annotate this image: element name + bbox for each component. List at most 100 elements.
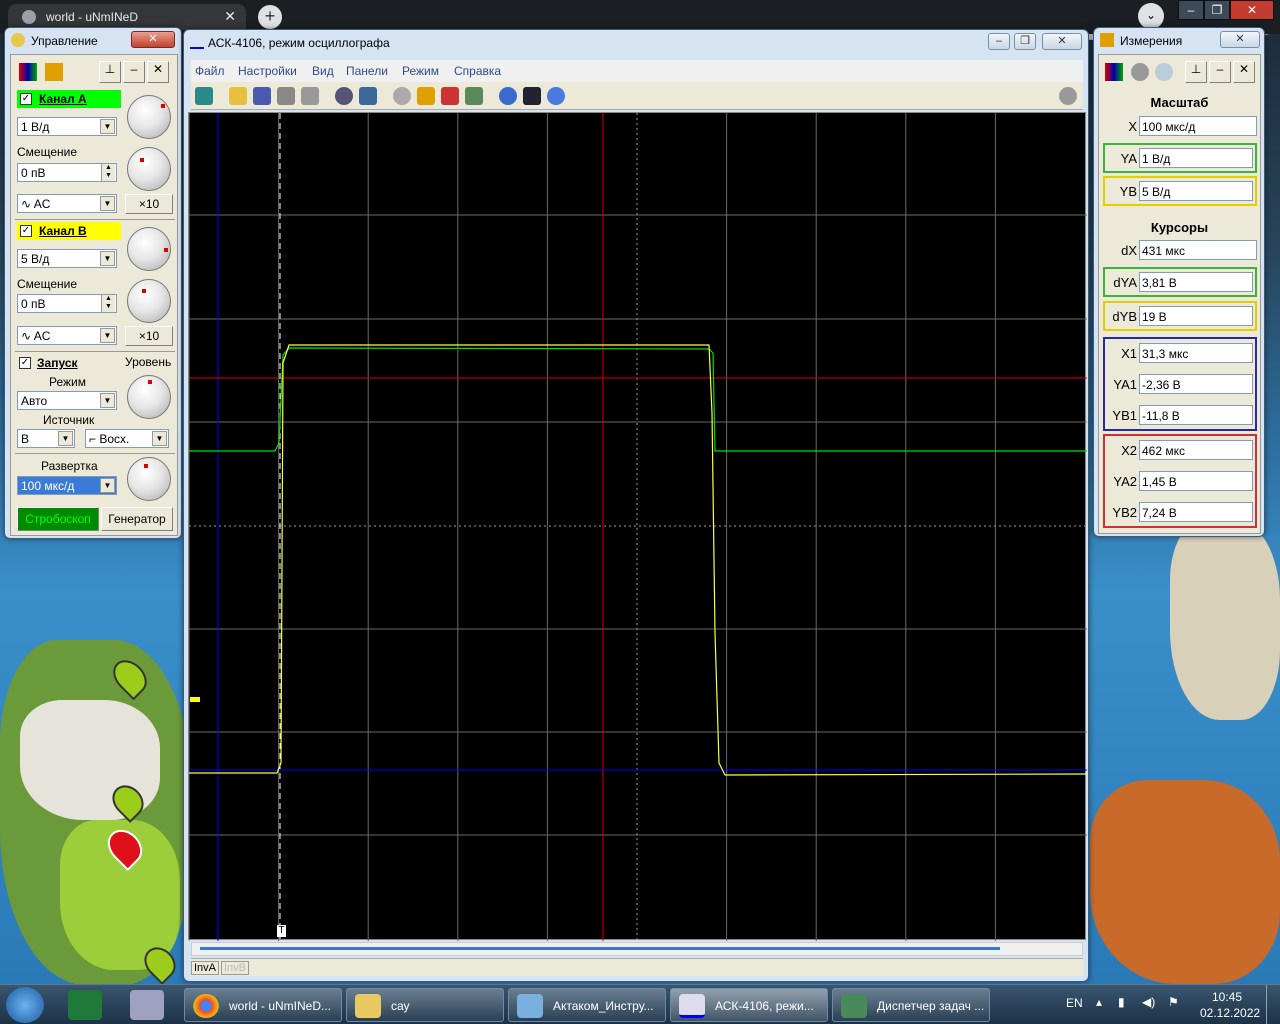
taskbar-item-oscilloscope[interactable]: АСК-4106, режи...	[670, 988, 828, 1022]
language-indicator[interactable]: EN	[1066, 996, 1083, 1010]
channel-icon[interactable]	[45, 63, 63, 81]
offset-spinner[interactable]: ▲ ▼	[101, 295, 115, 312]
close-button[interactable]: ✕	[1042, 33, 1082, 50]
channel-a-x10-button[interactable]: ×10	[125, 194, 173, 214]
channel-icon[interactable]	[417, 87, 435, 105]
settings-gear-icon[interactable]	[393, 87, 411, 105]
menu-mode[interactable]: Режим	[402, 64, 439, 78]
channel-b-checkbox[interactable]: ✓	[20, 225, 32, 237]
new-tab-button[interactable]: +	[258, 5, 282, 29]
action-center-icon[interactable]: ⚑	[1168, 995, 1179, 1009]
trigger-checkbox[interactable]: ✓	[19, 357, 31, 369]
network-icon[interactable]: ▮	[1118, 995, 1125, 1009]
chevron-down-icon[interactable]: ▼	[100, 196, 115, 211]
close-button[interactable]: ✕	[1230, 0, 1274, 20]
volume-icon[interactable]: ◀)	[1142, 995, 1155, 1009]
trigger-level-knob[interactable]	[127, 375, 171, 419]
snipping-tool-icon[interactable]	[130, 990, 164, 1020]
info-icon[interactable]	[547, 87, 565, 105]
close-button[interactable]: ✕	[1233, 61, 1255, 83]
trigger-mode-select[interactable]: Авто ▼	[17, 391, 117, 410]
trigger-source-select[interactable]: B ▼	[17, 429, 75, 448]
channel-b-coupling-select[interactable]: ∿ AC ▼	[17, 326, 117, 345]
record-icon[interactable]	[335, 87, 353, 105]
scope-icon[interactable]	[19, 63, 37, 81]
chevron-down-icon[interactable]: ▼	[152, 431, 167, 446]
trigger-edge-select[interactable]: ⌐ Восх. ▼	[85, 429, 169, 448]
screenshot-icon[interactable]	[359, 87, 377, 105]
dock-button[interactable]: ⊥	[99, 61, 121, 83]
clock-time[interactable]: 10:45	[1212, 990, 1242, 1004]
chevron-down-icon[interactable]: ▼	[100, 393, 115, 408]
start-button[interactable]	[6, 987, 44, 1023]
stop-icon[interactable]	[1059, 87, 1077, 105]
channel-b-header[interactable]: ✓ Канал В	[17, 222, 121, 240]
close-button[interactable]: ✕	[147, 61, 169, 83]
excel-icon[interactable]	[68, 990, 102, 1020]
menu-settings[interactable]: Настройки	[238, 64, 297, 78]
oscilloscope-titlebar[interactable]: АСК-4106, режим осциллографа	[184, 30, 1088, 54]
channel-a-scale-knob[interactable]	[127, 95, 171, 139]
channel-b-x10-button[interactable]: ×10	[125, 326, 173, 346]
open-folder-icon[interactable]	[229, 87, 247, 105]
cursor-icon[interactable]	[441, 87, 459, 105]
generator-button[interactable]: Генератор	[101, 507, 173, 531]
clock-date[interactable]: 02.12.2022	[1200, 1006, 1260, 1020]
scope-icon[interactable]	[1105, 63, 1123, 81]
save-icon[interactable]	[253, 87, 271, 105]
chevron-down-icon[interactable]: ▼	[58, 431, 73, 446]
minimize-button[interactable]: –	[1178, 0, 1204, 20]
chevron-down-icon[interactable]: ▼	[100, 119, 115, 134]
channel-a-header[interactable]: ✓ Канал А	[17, 90, 121, 108]
taskbar-item-task-manager[interactable]: Диспетчер задач ...	[832, 988, 990, 1022]
menu-file[interactable]: Файл	[195, 64, 225, 78]
channel-a-offset-knob[interactable]	[127, 147, 171, 191]
measure-icon[interactable]	[465, 87, 483, 105]
inv-b-indicator[interactable]: InvB	[221, 961, 250, 975]
menu-panels[interactable]: Панели	[346, 64, 388, 78]
context-help-icon[interactable]	[523, 87, 541, 105]
strobe-button[interactable]: Стробоскоп	[17, 507, 99, 531]
sweep-select[interactable]: 100 мкс/д ▼	[17, 476, 117, 495]
channel-a-offset-input[interactable]: 0 пВ ▲ ▼	[17, 163, 117, 182]
minimize-button[interactable]: –	[988, 33, 1010, 50]
sweep-knob[interactable]	[127, 457, 171, 501]
chevron-down-icon[interactable]: ▼	[100, 251, 115, 266]
close-tab-icon[interactable]: ✕	[224, 8, 236, 25]
channel-b-level-marker[interactable]	[190, 697, 200, 702]
menu-help[interactable]: Справка	[454, 64, 501, 78]
taskbar-item-chrome[interactable]: world - uNmINeD...	[184, 988, 342, 1022]
horizontal-scrollbar[interactable]	[191, 942, 1083, 956]
channel-a-checkbox[interactable]: ✓	[20, 93, 32, 105]
maximize-button[interactable]: ❐	[1014, 33, 1036, 50]
channel-b-scale-select[interactable]: 5 В/д ▼	[17, 249, 117, 268]
channel-a-coupling-select[interactable]: ∿ AC ▼	[17, 194, 117, 213]
inv-a-indicator[interactable]: InvA	[191, 961, 220, 975]
tab-search-icon[interactable]: ⌄	[1138, 3, 1164, 29]
exit-icon[interactable]	[195, 87, 213, 105]
taskbar-item-aktakom[interactable]: Актаком_Инстру...	[508, 988, 666, 1022]
close-button[interactable]: ✕	[1220, 31, 1260, 48]
channel-b-offset-knob[interactable]	[127, 279, 171, 323]
maximize-button[interactable]: ❐	[1204, 0, 1230, 20]
show-hidden-icons-icon[interactable]: ▴	[1096, 995, 1102, 1009]
show-desktop-button[interactable]	[1266, 985, 1280, 1024]
clock-icon[interactable]	[1155, 63, 1173, 81]
trigger-marker[interactable]: T	[277, 925, 286, 937]
gear-icon[interactable]	[1131, 63, 1149, 81]
minimize-button[interactable]: –	[1209, 61, 1231, 83]
menu-view[interactable]: Вид	[312, 64, 334, 78]
close-button[interactable]: ✕	[131, 31, 175, 48]
export-icon[interactable]	[277, 87, 295, 105]
taskbar-item-folder[interactable]: сау	[346, 988, 504, 1022]
dock-button[interactable]: ⊥	[1185, 61, 1207, 83]
print-icon[interactable]	[301, 87, 319, 105]
offset-spinner[interactable]: ▲ ▼	[101, 164, 115, 181]
channel-a-scale-select[interactable]: 1 В/д ▼	[17, 117, 117, 136]
channel-b-offset-input[interactable]: 0 пВ ▲ ▼	[17, 294, 117, 313]
chevron-down-icon[interactable]: ▼	[100, 478, 115, 493]
help-icon[interactable]	[499, 87, 517, 105]
oscilloscope-screen[interactable]: T	[188, 112, 1088, 941]
scrollbar-thumb[interactable]	[200, 947, 1000, 950]
chevron-down-icon[interactable]: ▼	[100, 328, 115, 343]
